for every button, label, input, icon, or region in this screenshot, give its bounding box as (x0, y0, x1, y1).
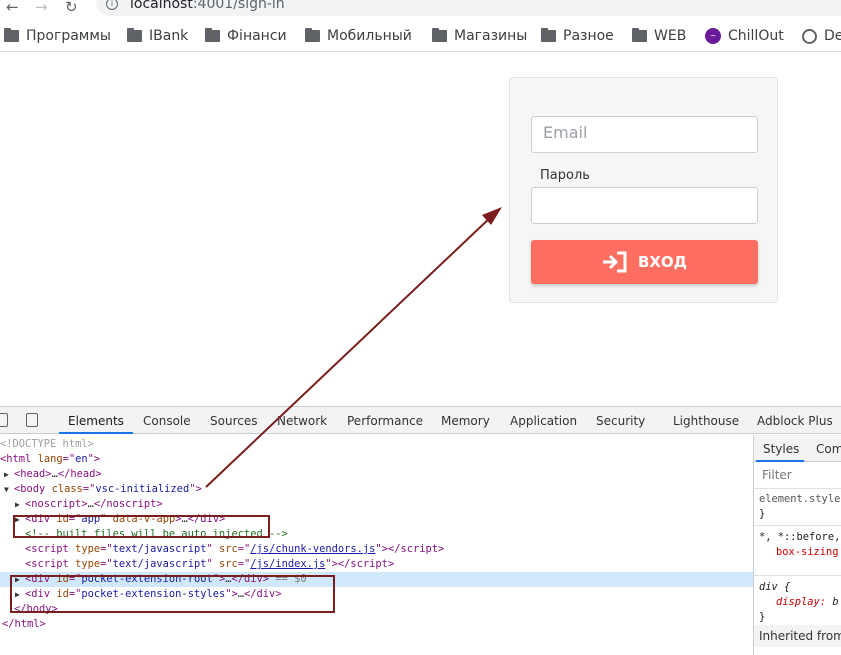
login-button[interactable]: ВХОД (531, 240, 758, 284)
tab-lighthouse[interactable]: Lighthouse (673, 414, 739, 428)
globe-icon (802, 28, 817, 44)
inspect-element-icon[interactable] (0, 413, 8, 427)
bookmark-item[interactable]: ~ ChillOut (705, 28, 784, 44)
divider (754, 525, 841, 526)
bookmark-item[interactable]: Фінанси (205, 28, 287, 44)
tab-styles[interactable]: Styles (763, 442, 799, 456)
folder-icon (305, 28, 320, 42)
styles-pane: Styles Computed Filter element.style { }… (753, 435, 841, 655)
password-label: Пароль (540, 168, 590, 183)
devtools-tabbar: Elements Console Sources Network Perform… (0, 407, 841, 434)
tab-elements[interactable]: Elements (68, 414, 124, 428)
screenshot-root: ← → ↻ i localhost:4001/sign-in Программы… (0, 0, 841, 655)
sign-in-icon (602, 251, 627, 273)
address-bar[interactable]: i localhost:4001/sign-in (96, 0, 841, 16)
tab-security[interactable]: Security (596, 414, 645, 428)
tab-memory[interactable]: Memory (441, 414, 490, 428)
dom-line[interactable]: ▶ <noscript>…</noscript> (0, 497, 753, 512)
chillout-icon: ~ (705, 28, 721, 44)
divider (754, 575, 841, 576)
bookmark-item[interactable]: Программы (4, 28, 111, 44)
styles-filter-input[interactable]: Filter (762, 468, 792, 482)
tab-network[interactable]: Network (277, 414, 327, 428)
highlight-box-app (13, 515, 270, 538)
dom-line[interactable]: ▼ <body class="vsc-initialized"> (0, 482, 753, 497)
devtools-panel: Elements Console Sources Network Perform… (0, 406, 841, 655)
dom-line[interactable]: ▶ <head>…</head> (0, 467, 753, 482)
tab-sources[interactable]: Sources (210, 414, 257, 428)
folder-icon (432, 28, 447, 42)
tab-computed[interactable]: Computed (816, 442, 841, 456)
dom-tree: <!DOCTYPE html> <html lang="en"> ▶ <head>… (0, 435, 753, 655)
inherited-from-header: Inherited from (754, 625, 841, 647)
bookmark-item[interactable]: IBank (127, 28, 188, 44)
display-property[interactable]: display: b (776, 596, 839, 608)
email-placeholder: Email (543, 123, 588, 142)
divider (754, 488, 841, 489)
email-field[interactable]: Email (531, 116, 758, 153)
box-sizing-property[interactable]: box-sizing: (776, 546, 841, 558)
url-text: localhost:4001/sign-in (130, 0, 285, 12)
login-card: Email Пароль ВХОД (509, 77, 778, 303)
tab-adblock-plus[interactable]: Adblock Plus (757, 414, 833, 428)
styles-tabbar: Styles Computed (754, 435, 841, 462)
highlight-box-pocket (10, 575, 335, 613)
forward-arrow-icon[interactable]: → (35, 0, 48, 15)
tab-performance[interactable]: Performance (347, 414, 423, 428)
browser-toolbar: ← → ↻ i localhost:4001/sign-in (0, 0, 841, 18)
tab-application[interactable]: Application (510, 414, 577, 428)
folder-icon (127, 28, 142, 42)
bookmarks-bar: Программы IBank Фінанси Мобильный Магази… (0, 20, 841, 52)
div-selector[interactable]: div { (759, 581, 790, 593)
dom-line[interactable]: </html> (0, 617, 753, 632)
device-toolbar-icon[interactable] (26, 413, 38, 427)
dom-line[interactable]: <script type="text/javascript" src="/js/… (0, 557, 753, 572)
login-button-label: ВХОД (637, 253, 688, 271)
active-tab-indicator (59, 432, 133, 434)
bookmark-item[interactable]: De (802, 28, 841, 44)
reload-icon[interactable]: ↻ (65, 0, 78, 15)
bookmark-item[interactable]: Разное (541, 28, 614, 44)
dom-line[interactable]: <script type="text/javascript" src="/js/… (0, 542, 753, 557)
bookmark-item[interactable]: Мобильный (305, 28, 412, 44)
site-info-icon[interactable]: i (106, 0, 118, 10)
password-field[interactable] (531, 187, 758, 224)
dom-line[interactable]: <html lang="en"> (0, 452, 753, 467)
element-style-rule[interactable]: element.style { (759, 493, 841, 505)
bookmark-item[interactable]: Магазины (432, 28, 527, 44)
bookmark-item[interactable]: WEB (632, 28, 686, 44)
rule-close: } (759, 611, 766, 623)
rule-close: } (759, 508, 766, 520)
tab-console[interactable]: Console (143, 414, 191, 428)
back-arrow-icon[interactable]: ← (6, 0, 19, 15)
universal-selector[interactable]: *, *::before, (759, 531, 840, 543)
styles-active-indicator (756, 460, 804, 462)
dom-line[interactable]: <!DOCTYPE html> (0, 437, 753, 452)
folder-icon (205, 28, 220, 42)
folder-icon (632, 28, 647, 42)
folder-icon (4, 28, 19, 42)
folder-icon (541, 28, 556, 42)
